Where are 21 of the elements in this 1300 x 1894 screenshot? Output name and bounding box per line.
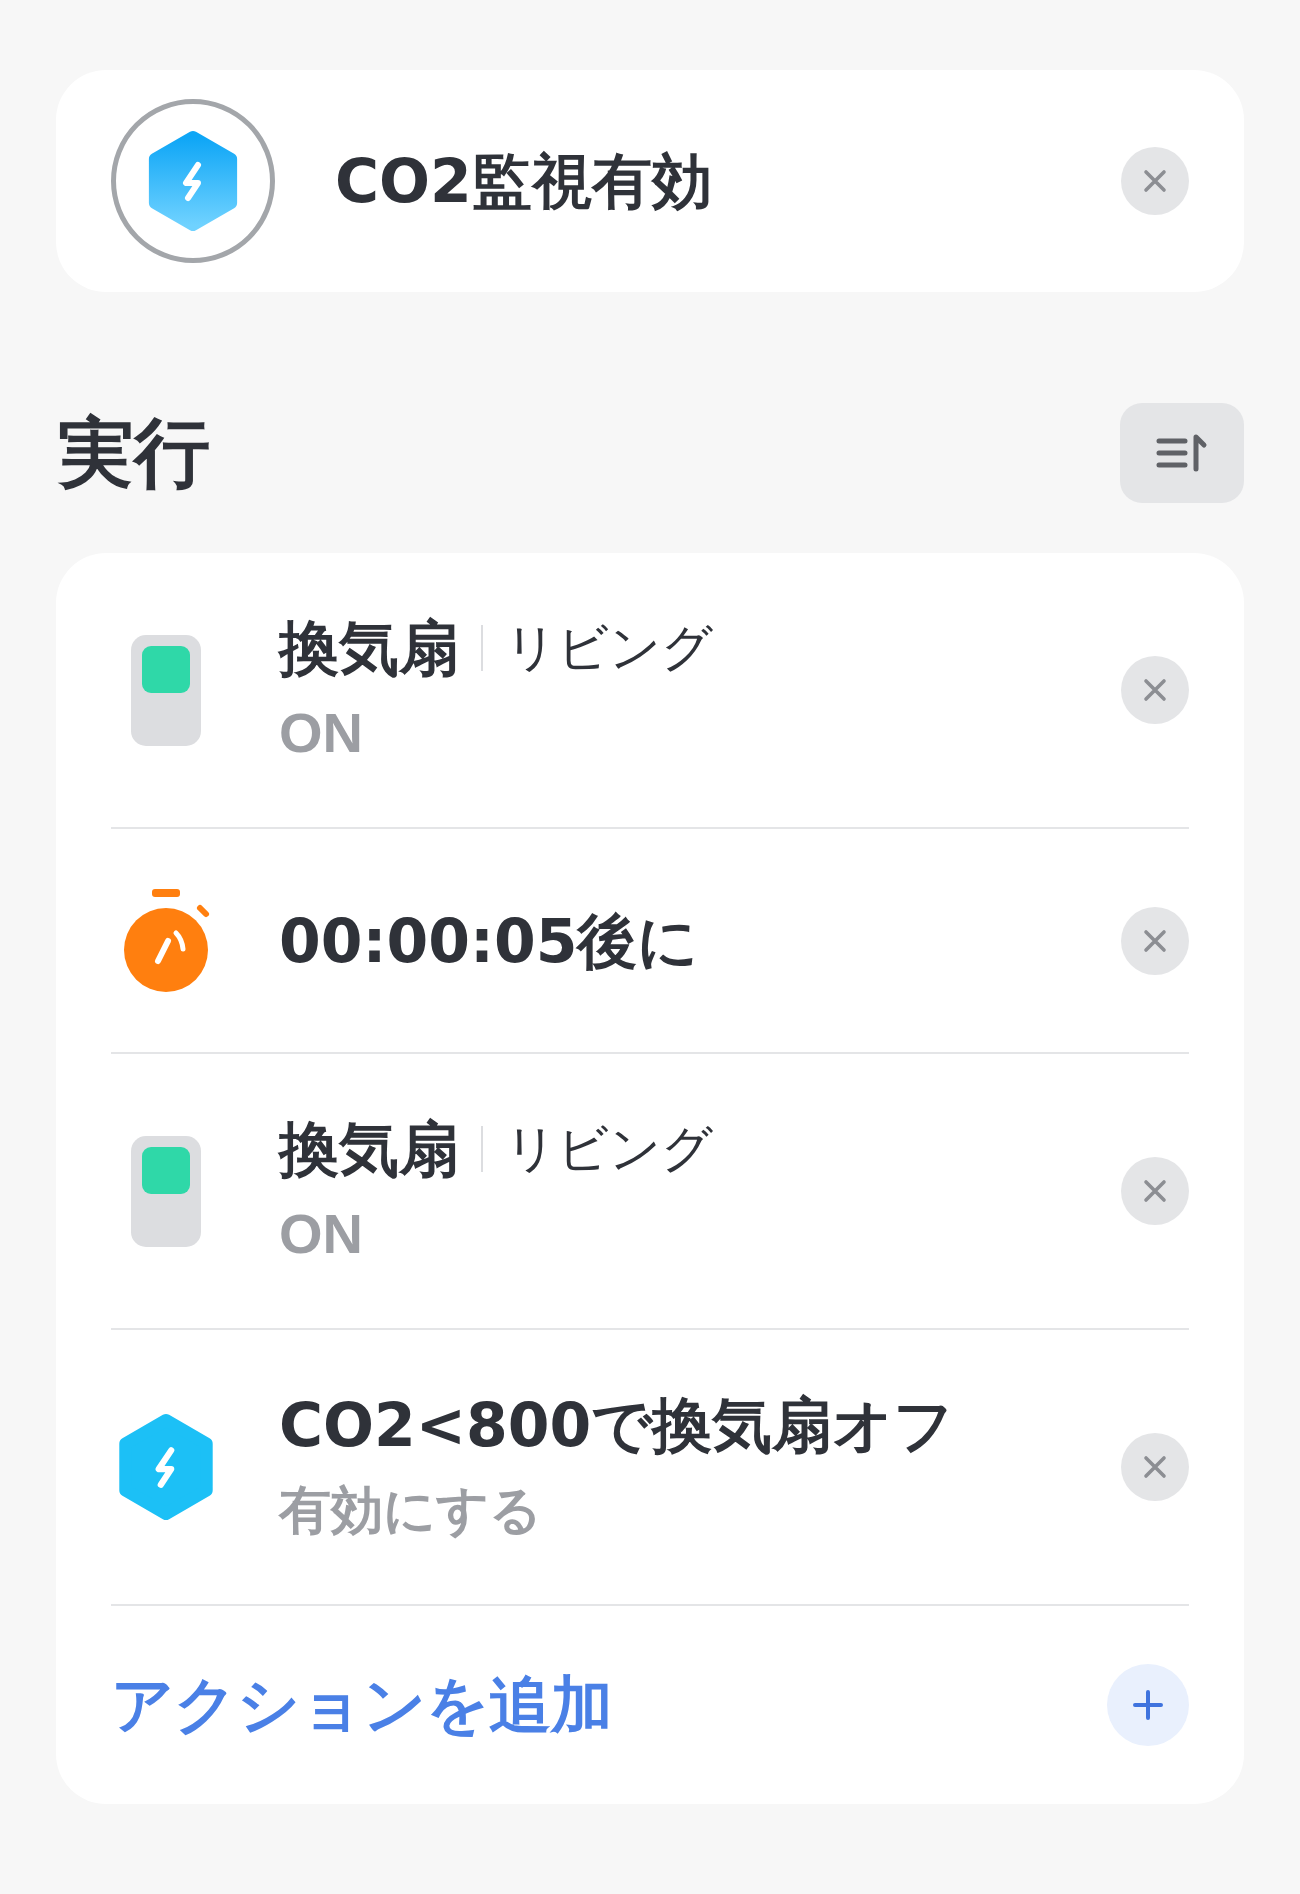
bolt-hexagon-icon (117, 1413, 215, 1521)
plus-icon (1133, 1690, 1163, 1720)
close-icon (1143, 928, 1167, 953)
close-icon (1143, 169, 1167, 193)
delay-text: 00:00:05後に (279, 904, 699, 978)
room-name: リビング (505, 617, 713, 679)
section-heading: 実行 (57, 407, 210, 499)
room-name: リビング (505, 1118, 713, 1180)
device-name: 換気扇 (279, 1113, 459, 1186)
sort-button[interactable] (1120, 403, 1244, 503)
device-name: 換気扇 (279, 612, 459, 685)
device-state: ON (279, 700, 363, 766)
close-icon (1143, 678, 1167, 702)
add-action-link[interactable]: アクションを追加 (111, 1667, 613, 1743)
close-icon (1143, 1455, 1167, 1479)
scene-name: CO2<800で換気扇オフ (279, 1389, 955, 1462)
scene-action: 有効にする (279, 1480, 542, 1541)
automation-title: CO2監視有効 (335, 145, 712, 217)
sort-icon (1156, 433, 1208, 473)
device-state: ON (279, 1201, 363, 1267)
close-icon (1143, 1179, 1167, 1203)
